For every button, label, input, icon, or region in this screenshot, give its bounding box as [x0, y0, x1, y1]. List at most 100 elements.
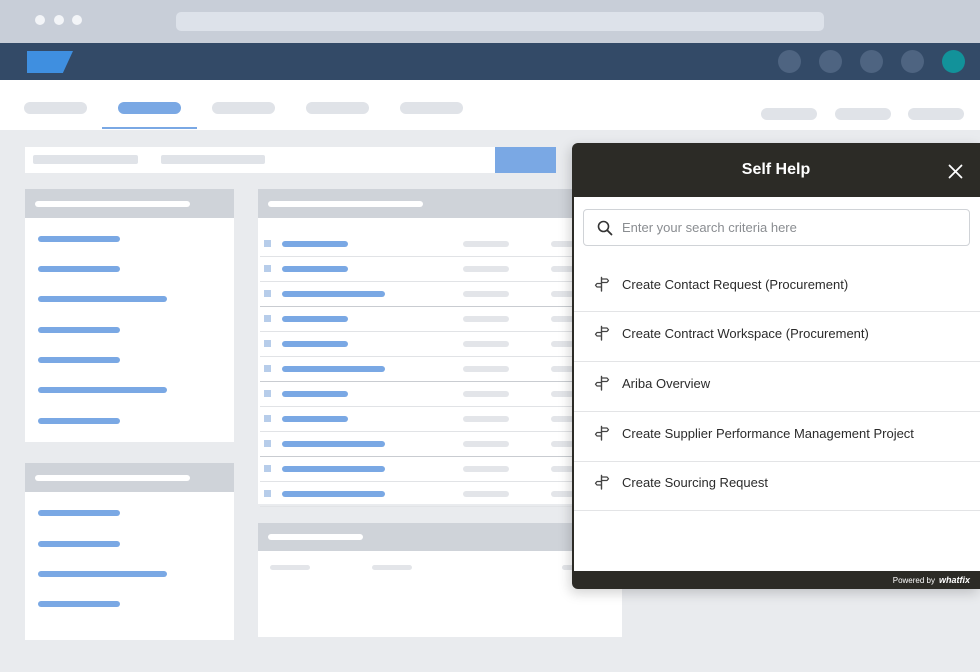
flow-item[interactable]: Ariba Overview	[574, 362, 980, 412]
utility-link-placeholder[interactable]	[835, 108, 891, 120]
flow-item[interactable]: Create Sourcing Request	[574, 461, 980, 511]
row-divider	[260, 256, 576, 257]
row-divider	[260, 431, 576, 432]
utility-link-placeholder[interactable]	[908, 108, 964, 120]
list-link-placeholder[interactable]	[38, 236, 120, 242]
row-divider	[260, 306, 576, 307]
table-cell-placeholder	[463, 466, 509, 472]
table-cell-placeholder	[463, 291, 509, 297]
search-input[interactable]	[622, 211, 952, 243]
list-link-placeholder[interactable]	[38, 601, 120, 607]
row-checkbox[interactable]	[264, 340, 271, 347]
tab-placeholder[interactable]	[400, 102, 463, 114]
table-row-link-placeholder[interactable]	[282, 441, 385, 447]
self-help-body: Create Contact Request (Procurement) Crea…	[574, 197, 980, 571]
table-row-link-placeholder[interactable]	[282, 466, 385, 472]
flow-item[interactable]: Create Contract Workspace (Procurement)	[574, 312, 980, 362]
table-row-link-placeholder[interactable]	[282, 366, 385, 372]
filter-field-placeholder[interactable]	[161, 155, 265, 164]
list-link-placeholder[interactable]	[38, 296, 167, 302]
table-row-link-placeholder[interactable]	[282, 491, 385, 497]
row-divider	[260, 281, 576, 282]
signpost-icon	[594, 375, 610, 391]
window-control-dot[interactable]	[72, 15, 82, 25]
flow-item[interactable]: Create Contact Request (Procurement)	[574, 264, 980, 312]
row-checkbox[interactable]	[264, 490, 271, 497]
row-checkbox[interactable]	[264, 265, 271, 272]
flow-item-label: Create Contact Request (Procurement)	[622, 277, 849, 292]
flow-item[interactable]: Create Supplier Performance Management P…	[574, 412, 980, 462]
tab-placeholder-active[interactable]	[118, 102, 181, 114]
card-title-placeholder	[35, 201, 190, 207]
filter-submit-button[interactable]	[495, 147, 556, 173]
self-help-search	[583, 209, 970, 246]
window-control-dot[interactable]	[54, 15, 64, 25]
card-title-placeholder	[268, 201, 423, 207]
list-link-placeholder[interactable]	[38, 541, 120, 547]
list-link-placeholder[interactable]	[38, 387, 167, 393]
table-row-link-placeholder[interactable]	[282, 291, 385, 297]
table-row-link-placeholder[interactable]	[282, 316, 348, 322]
list-link-placeholder[interactable]	[38, 571, 167, 577]
flow-item-label: Create Contract Workspace (Procurement)	[622, 326, 869, 341]
row-divider	[260, 381, 576, 382]
row-divider	[260, 406, 576, 407]
app-header	[0, 43, 980, 80]
list-link-placeholder[interactable]	[38, 266, 120, 272]
whatfix-logo[interactable]: whatfix	[939, 575, 970, 585]
table-cell-placeholder	[463, 441, 509, 447]
center-table-card	[258, 189, 581, 507]
flow-item-label: Create Supplier Performance Management P…	[622, 426, 914, 441]
app-logo[interactable]	[27, 51, 73, 73]
table-row-link-placeholder[interactable]	[282, 391, 348, 397]
list-link-placeholder[interactable]	[38, 327, 120, 333]
row-divider	[260, 456, 576, 457]
address-bar[interactable]	[176, 12, 824, 31]
row-checkbox[interactable]	[264, 440, 271, 447]
header-icon-button[interactable]	[819, 50, 842, 73]
flow-item-label: Ariba Overview	[622, 376, 711, 391]
browser-chrome	[0, 0, 980, 43]
row-checkbox[interactable]	[264, 415, 271, 422]
row-checkbox[interactable]	[264, 240, 271, 247]
powered-by: Powered by whatfix	[893, 575, 970, 585]
header-icon-button[interactable]	[901, 50, 924, 73]
tab-placeholder[interactable]	[24, 102, 87, 114]
list-link-placeholder[interactable]	[38, 418, 120, 424]
table-row-link-placeholder[interactable]	[282, 266, 348, 272]
user-avatar[interactable]	[942, 50, 965, 73]
row-checkbox[interactable]	[264, 315, 271, 322]
row-divider	[260, 481, 576, 482]
self-help-title: Self Help	[741, 161, 811, 178]
search-icon	[597, 220, 613, 236]
column-header-placeholder	[270, 565, 310, 570]
row-checkbox[interactable]	[264, 390, 271, 397]
list-link-placeholder[interactable]	[38, 510, 120, 516]
close-icon[interactable]	[948, 164, 963, 179]
tab-placeholder[interactable]	[212, 102, 275, 114]
header-icon-button[interactable]	[860, 50, 883, 73]
table-row-link-placeholder[interactable]	[282, 416, 348, 422]
table-row-link-placeholder[interactable]	[282, 341, 348, 347]
self-help-footer: Powered by whatfix	[572, 571, 980, 589]
utility-link-placeholder[interactable]	[761, 108, 817, 120]
flow-item-label: Create Sourcing Request	[622, 475, 768, 490]
row-checkbox[interactable]	[264, 365, 271, 372]
table-cell-placeholder	[463, 241, 509, 247]
row-divider	[260, 506, 576, 507]
table-cell-placeholder	[463, 316, 509, 322]
row-checkbox[interactable]	[264, 465, 271, 472]
table-cell-placeholder	[463, 341, 509, 347]
signpost-icon	[594, 325, 610, 341]
row-checkbox[interactable]	[264, 290, 271, 297]
list-link-placeholder[interactable]	[38, 357, 120, 363]
left-list-card	[25, 189, 234, 442]
table-row-link-placeholder[interactable]	[282, 241, 348, 247]
self-help-panel: Self Help Create Contact Request (Procur…	[572, 143, 980, 589]
header-icon-button[interactable]	[778, 50, 801, 73]
row-divider	[260, 356, 576, 357]
row-divider	[260, 331, 576, 332]
tab-placeholder[interactable]	[306, 102, 369, 114]
filter-field-placeholder[interactable]	[33, 155, 138, 164]
window-control-dot[interactable]	[35, 15, 45, 25]
